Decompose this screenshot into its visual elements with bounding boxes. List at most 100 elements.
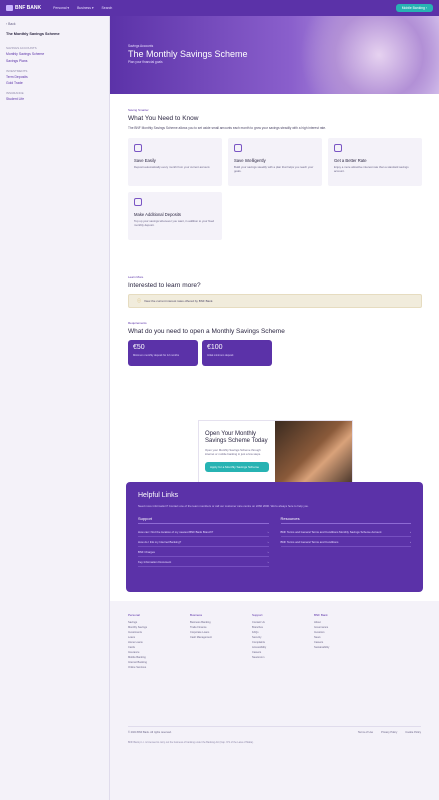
footer-link[interactable]: Careers [252,651,314,654]
section-eyebrow: Learn More [128,275,144,279]
feature-cards: Save Easily Deposit automatically every … [128,138,422,241]
sidebar-section-heading: Insurance [6,91,24,95]
nav-business[interactable]: Business ▾ [77,6,93,10]
footer-column-title: Support [252,613,263,617]
sidebar-link[interactable]: Savings Plans [6,59,103,63]
footer-link[interactable]: Online Services [128,666,190,669]
feature-card: Save Easily Deposit automatically every … [128,138,222,187]
footer-link[interactable]: Home Loans [128,641,190,644]
resource-link[interactable]: BNF Terms and General Terms and Conditio… [280,537,411,547]
terms-link[interactable]: Terms of Use [358,731,373,734]
footer-link[interactable]: Savings [128,621,190,624]
chevron-right-icon: › [267,529,269,534]
footer-link[interactable]: News [314,636,376,639]
privacy-link[interactable]: Privacy Policy [381,731,397,734]
footer-link[interactable]: Cards [128,646,190,649]
nav-search[interactable]: Search [102,6,113,10]
footer-link[interactable]: Investors [314,631,376,634]
footer-link[interactable]: Loans [128,636,190,639]
footer-link[interactable]: Cash Management [190,636,252,639]
footer-link[interactable]: Complaints [252,641,314,644]
card-text: Top up your savings whenever you want, i… [134,219,215,228]
card-text: Build your savings steadily with a plan … [234,165,314,174]
footer-bottom-bar: © 2024 BNF Bank. All rights reserved. Te… [128,726,421,734]
hero-photo [289,16,439,94]
footer-link[interactable]: Mobile Banking [128,656,190,659]
chevron-right-icon: › [267,539,269,544]
resource-link[interactable]: BNF Terms and General Terms and Conditio… [280,527,411,537]
footer-link[interactable]: Security [252,636,314,639]
hero-eyebrow: Savings Accounts [128,44,154,48]
footer-link[interactable]: Sustainability [314,646,376,649]
interest-rate-notice[interactable]: ⓘ View the current interest rates offere… [128,294,422,308]
section-title: What You Need to Know [128,115,199,122]
hero-subtitle: Plan your financial goals [128,60,163,64]
footer-link[interactable]: Governance [314,626,376,629]
apply-button[interactable]: Apply for a Monthly Savings Scheme [205,462,270,473]
support-link[interactable]: How can I find the location of my neares… [138,527,269,537]
sidebar-link[interactable]: Student Life [6,97,103,101]
footer-link[interactable]: Insurance [128,651,190,654]
footer-link[interactable]: Careers [314,641,376,644]
logo-mark-icon [6,5,13,11]
card-text: Enjoy a more attractive interest rate th… [334,165,409,174]
footer-column-title: BNF Bank [314,613,328,617]
footer-column: Personal Savings Monthly Savings Investm… [128,613,190,671]
resources-title: Resources [280,516,411,524]
promo-title: Open Your Monthly Savings Scheme Today [205,431,268,445]
percent-icon [334,144,342,153]
lightbulb-icon [234,144,242,153]
bank-logo[interactable]: BNF BANK [6,5,41,11]
sidebar-link[interactable]: Monthly Savings Scheme [6,52,103,56]
logo-text: BNF BANK [15,5,42,11]
back-link[interactable]: ‹ Back [6,22,103,26]
footer-columns: Personal Savings Monthly Savings Investm… [128,613,421,671]
chevron-right-icon: › [267,559,269,564]
footer-link[interactable]: Trade Finance [190,626,252,629]
footer-link[interactable]: FAQs [252,631,314,634]
footer-link[interactable]: Newsroom [252,656,314,659]
card-title: Save Intelligently [234,158,266,164]
coins-icon [134,198,142,207]
sidebar-section-heading: Investments [6,68,28,73]
cookie-link[interactable]: Cookie Policy [405,731,421,734]
footer-link[interactable]: Branches [252,626,314,629]
sidebar-link[interactable]: Gold Trade [6,81,103,85]
nav-personal[interactable]: Personal ▾ [53,6,69,10]
support-link[interactable]: Key Information Document › [138,557,269,567]
requirement-text: Minimum monthly deposit for 12 months [133,354,179,357]
footer-link[interactable]: Accessibility [252,646,314,649]
requirement-card: €50 Minimum monthly deposit for 12 month… [128,340,198,366]
requirement-text: Initial minimum deposit [207,354,234,357]
support-link[interactable]: How do I link my Internet Banking? › [138,537,269,547]
section-eyebrow: Requirements [128,321,147,325]
section-title: Interested to learn more? [128,282,201,289]
main-content: Savings Accounts The Monthly Savings Sch… [110,16,439,800]
support-link[interactable]: BNF Charges › [138,547,269,557]
requirement-value: €50 [133,344,145,351]
footer-column-title: Business [190,613,203,617]
legal-disclaimer: BNF Bank p.l.c. is licensed to carry out… [128,741,254,744]
requirements-section: Requirements What do you need to open a … [128,321,422,366]
card-text: Deposit automatically every month from y… [134,165,211,170]
promo-text: Open your Monthly Savings Scheme through… [205,448,261,457]
footer-link[interactable]: Contact Us [252,621,314,624]
top-navigation: BNF BANK Personal ▾ Business ▾ Search Mo… [0,0,439,16]
mobile-banking-button[interactable]: Mobile Banking › [395,4,433,12]
helpful-columns: Support How can I find the location of m… [138,516,411,567]
footer-link[interactable]: Investments [128,631,190,634]
sidebar-link[interactable]: Term Deposits [6,75,103,79]
footer-link[interactable]: Business Banking [190,621,252,624]
section-title: What do you need to open a Monthly Savin… [128,328,285,335]
link-label: BNF Terms and General Terms and Conditio… [280,539,339,544]
card-title: Make Additional Deposits [134,212,182,218]
footer-link[interactable]: Monthly Savings [128,626,190,629]
footer-column-title: Personal [128,613,140,617]
support-column: Support How can I find the location of m… [138,516,269,567]
footer-link[interactable]: Internet Banking [128,661,190,664]
know-section: Saving Smarter What You Need to Know The… [128,108,422,241]
footer-legal-links: Terms of Use Privacy Policy Cookie Polic… [358,731,421,734]
footer-link[interactable]: Corporate Loans [190,631,252,634]
footer-link[interactable]: About [314,621,376,624]
hero-banner: Savings Accounts The Monthly Savings Sch… [110,16,439,94]
